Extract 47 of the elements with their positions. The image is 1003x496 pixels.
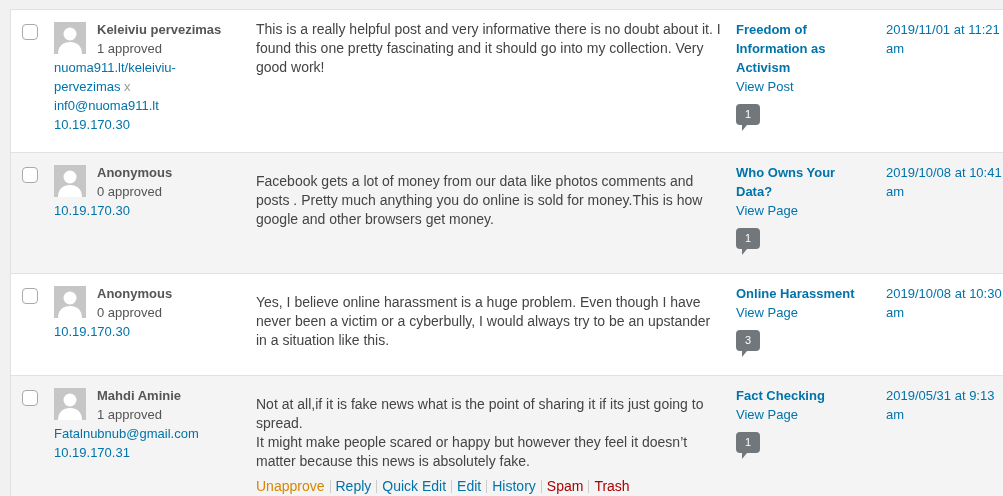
comment-date-link[interactable]: 2019/10/08 at 10:41 am [886,163,1003,201]
author-email-link[interactable]: Fatalnubnub@gmail.com [54,424,204,443]
author-ip-link[interactable]: 10.19.170.30 [54,322,204,341]
row-action-link[interactable]: Trash [594,478,630,494]
row-action-link[interactable]: Edit [457,478,482,494]
author-url-link[interactable]: nuoma911.lt/keleiviu-pervezimas x [54,58,204,96]
avatar-icon [54,286,86,318]
comment-date-link[interactable]: 2019/11/01 at 11:21 am [886,20,1003,58]
comment-text: This is a really helpful post and very informative there is no doubt about it. I found this one pretty fascinating and it should go into my collection. Very good work! [256,20,722,77]
row-action-link[interactable]: Reply [335,478,372,494]
row-checkbox[interactable] [22,167,38,183]
avatar-icon [54,388,86,420]
view-post-link[interactable]: View Page [736,407,798,422]
author-name: Anonymous [97,164,173,182]
approved-count: 0 approved [97,183,164,201]
author-name: Mahdi Aminie [97,387,182,405]
comment-date-link[interactable]: 2019/05/31 at 9:13 am [886,386,1003,424]
post-title-link[interactable]: Online Harassment [736,284,864,303]
post-title-link[interactable]: Fact Checking [736,386,864,405]
approved-count: 1 approved [97,406,164,424]
view-post-link[interactable]: View Page [736,305,798,320]
row-checkbox[interactable] [22,390,38,406]
approved-count: 0 approved [97,304,164,322]
comment-text: Facebook gets a lot of money from our data like photos comments and posts . Pretty much anything you do online is sold for money.This is how google and other browsers get money. [256,172,704,229]
author-ip-link[interactable]: 10.19.170.30 [54,201,204,220]
approved-count: 1 approved [97,40,164,58]
comment-text: Not at all,if it is fake news what is the point of sharing it if its just going to spread. [256,395,705,433]
row-action-link[interactable]: Spam [546,478,584,494]
post-title-link[interactable]: Who Owns Your Data? [736,163,864,201]
row-action-link[interactable]: Quick Edit [382,478,447,494]
author-ip-link[interactable]: 10.19.170.31 [54,443,204,462]
author-name: Keleiviu pervezimas [97,21,222,39]
comment-text: It might make people scared or happy but however they feel it doesn’t matter because this news is absolutely fake. [256,433,689,471]
post-title-link[interactable]: Freedom of Information as Activism [736,20,864,77]
row-action-link[interactable]: History [492,478,536,494]
avatar-icon [54,22,86,54]
author-name: Anonymous [97,285,173,303]
view-post-link[interactable]: View Page [736,203,798,218]
author-ip-link[interactable]: 10.19.170.30 [54,115,204,134]
author-email-link[interactable]: inf0@nuoma911.lt [54,96,204,115]
row-checkbox[interactable] [22,288,38,304]
row-checkbox[interactable] [22,24,38,40]
comment-date-link[interactable]: 2019/10/08 at 10:30 am [886,284,1003,322]
row-action-link[interactable]: Unapprove [256,478,325,494]
view-post-link[interactable]: View Post [736,79,794,94]
avatar-icon [54,165,86,197]
comment-text: Yes, I believe online harassment is a huge problem. Even though I have never been a victim or a cyberbully, I would always try to be an upstander in a situation like this. [256,293,712,350]
